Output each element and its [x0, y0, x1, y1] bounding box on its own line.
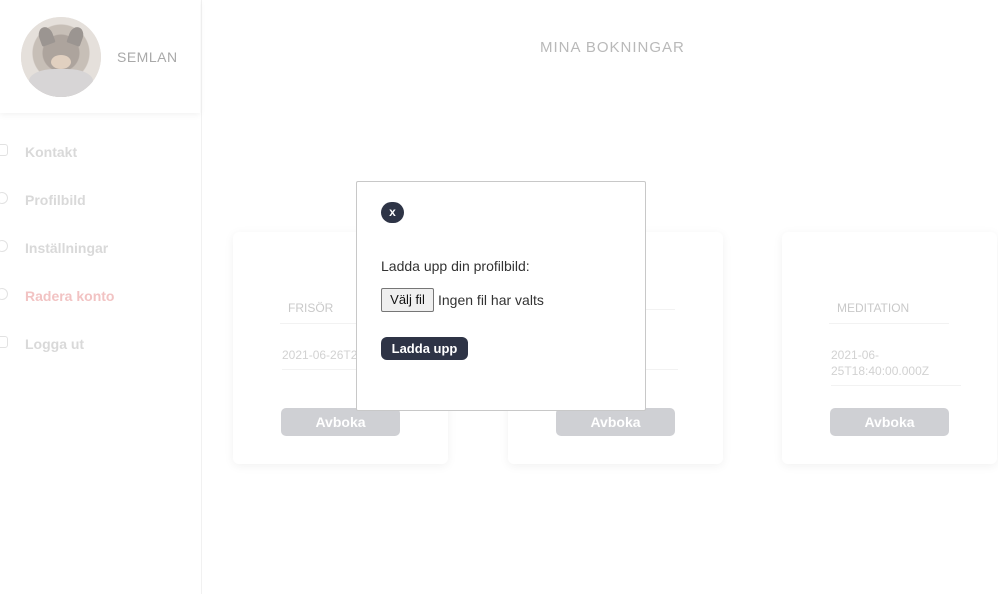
- upload-button[interactable]: Ladda upp: [381, 337, 468, 360]
- app: SEMLAN Kontakt Profilbild Inställningar …: [0, 0, 998, 594]
- close-modal-button[interactable]: x: [381, 202, 404, 223]
- file-status: Ingen fil har valts: [438, 292, 544, 308]
- choose-file-button[interactable]: Välj fil: [381, 288, 434, 312]
- upload-prompt: Ladda upp din profilbild:: [381, 258, 530, 274]
- upload-profile-picture-modal: x Ladda upp din profilbild: Välj fil Ing…: [356, 181, 646, 411]
